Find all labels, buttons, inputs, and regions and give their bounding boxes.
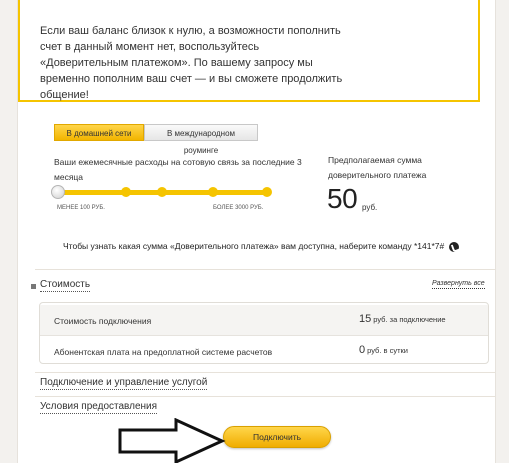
cost-value: 15 руб. за подключение [359,313,446,325]
section-manage-toggle[interactable]: Подключение и управление услугой [40,377,208,390]
cost-value-number: 0 [359,344,366,356]
page: Если ваш баланс близок к нулю, а возможн… [0,0,509,463]
range-max-label: БОЛЕЕ 3000 РУБ. [213,205,264,211]
slider-step-4[interactable] [208,187,218,197]
payment-label: Предполагаемая сумма доверительного плат… [328,155,427,180]
cost-unit: руб. в сутки [367,346,408,355]
slider-handle[interactable] [51,185,65,199]
arrow-pointer-icon [118,418,226,463]
payment-amount: 50 [327,183,358,214]
table-row: Абонентская плата на предоплатной систем… [40,335,488,363]
divider [35,396,495,397]
ussd-hint: Чтобы узнать какая сумма «Доверительного… [63,241,473,252]
payment-unit: руб. [362,203,378,212]
tabs: В домашней сети В международном роуминге [54,124,258,155]
phone-icon [448,241,459,252]
content-panel: Если ваш баланс близок к нулю, а возможн… [17,0,496,463]
section-cost-toggle[interactable]: Стоимость [40,279,91,292]
cost-unit: руб. за подключение [373,315,446,324]
info-text: Если ваш баланс близок к нулю, а возможн… [40,25,343,101]
tab-home-network[interactable]: В домашней сети [54,124,144,141]
slider-step-3[interactable] [157,187,167,197]
info-box: Если ваш баланс близок к нулю, а возможн… [18,0,480,102]
tab-international-roaming[interactable]: В международном роуминге [144,124,258,155]
cost-name: Абонентская плата на предоплатной систем… [54,347,273,357]
expand-all-link[interactable]: Развернуть все [432,279,485,289]
cost-name: Стоимость подключения [54,316,152,326]
table-row: Стоимость подключения 15 руб. за подключе… [40,305,488,335]
cost-value-number: 15 [359,313,372,325]
connect-button[interactable]: Подключить [223,426,331,448]
slider-label: Ваши ежемесячные расходы на сотовую связ… [54,157,302,182]
divider [35,269,495,270]
section-terms-toggle[interactable]: Условия предоставления [40,401,158,414]
ussd-text: Чтобы узнать какая сумма «Доверительного… [63,241,445,251]
bullet-icon [31,284,36,289]
slider-step-5[interactable] [262,187,272,197]
cost-value: 0 руб. в сутки [359,344,408,356]
slider-step-2[interactable] [121,187,131,197]
divider [35,372,495,373]
range-min-label: МЕНЕЕ 100 РУБ. [57,205,105,211]
cost-table: Стоимость подключения 15 руб. за подключе… [39,302,489,364]
